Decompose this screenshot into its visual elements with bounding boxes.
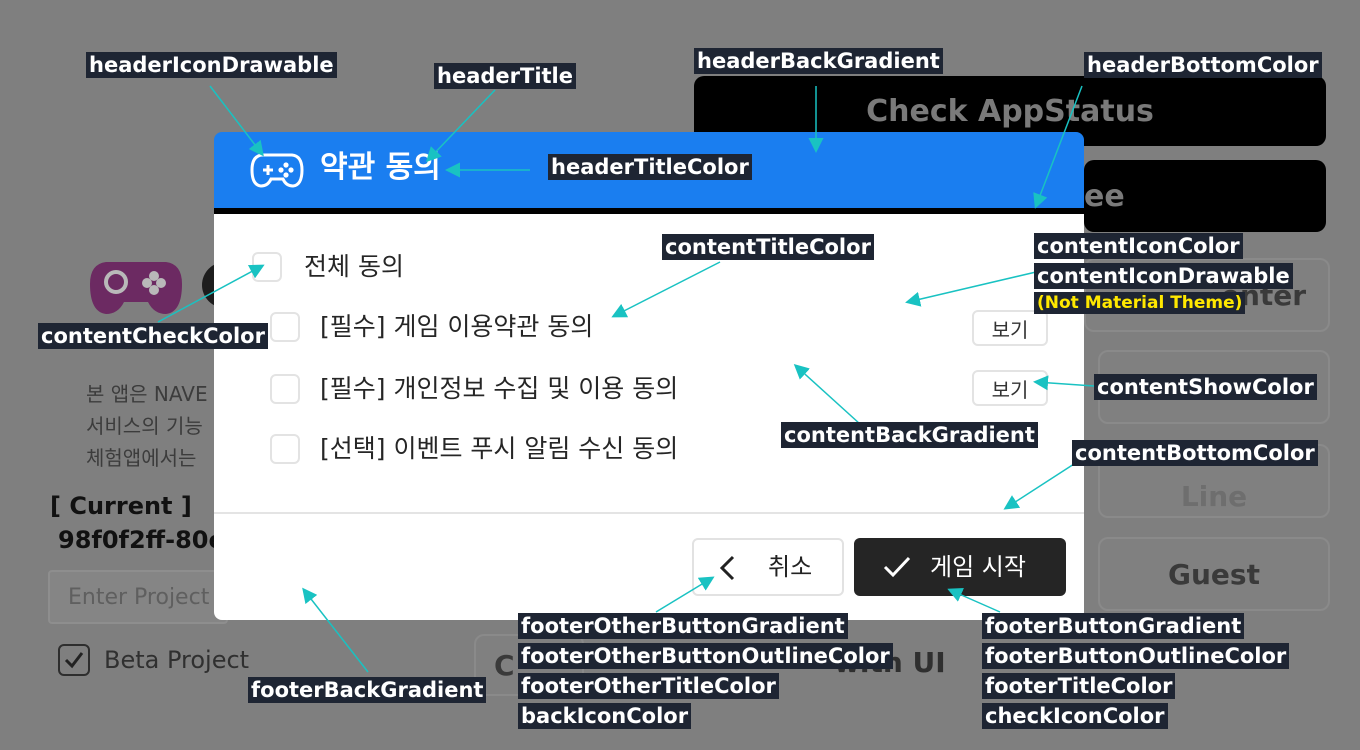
annotation-footer-button-gradient: footerButtonGradient bbox=[982, 613, 1245, 639]
annotation-header-title-color: headerTitleColor bbox=[548, 154, 752, 180]
annotation-back-icon-color: backIconColor bbox=[518, 703, 692, 729]
annotation-footer-other-title-color: footerOtherTitleColor bbox=[518, 673, 779, 699]
annotation-check-icon-color: checkIconColor bbox=[982, 703, 1168, 729]
annotation-content-icon-color: contentIconColor bbox=[1034, 233, 1243, 259]
annotation-header-back-gradient: headerBackGradient bbox=[694, 48, 943, 74]
annotation-footer-other-button-outline-color: footerOtherButtonOutlineColor bbox=[518, 643, 893, 669]
annotation-footer-back-gradient: footerBackGradient bbox=[248, 677, 487, 703]
annotation-header-bottom-color: headerBottomColor bbox=[1084, 52, 1322, 78]
annotation-not-material-theme: (Not Material Theme) bbox=[1034, 292, 1246, 314]
annotation-header-icon-drawable: headerIconDrawable bbox=[86, 52, 337, 78]
annotation-content-bottom-color: contentBottomColor bbox=[1072, 440, 1318, 466]
annotation-content-back-gradient: contentBackGradient bbox=[781, 422, 1038, 448]
annotation-content-check-color: contentCheckColor bbox=[38, 323, 268, 349]
annotation-footer-other-button-gradient: footerOtherButtonGradient bbox=[518, 613, 848, 639]
annotation-header-title: headerTitle bbox=[434, 63, 576, 89]
annotation-content-icon-drawable: contentIconDrawable bbox=[1034, 263, 1293, 289]
annotation-footer-title-color: footerTitleColor bbox=[982, 673, 1176, 699]
annotation-content-show-color: contentShowColor bbox=[1094, 374, 1317, 400]
annotation-content-title-color: contentTitleColor bbox=[662, 234, 874, 260]
annotation-footer-button-outline-color: footerButtonOutlineColor bbox=[982, 643, 1290, 669]
